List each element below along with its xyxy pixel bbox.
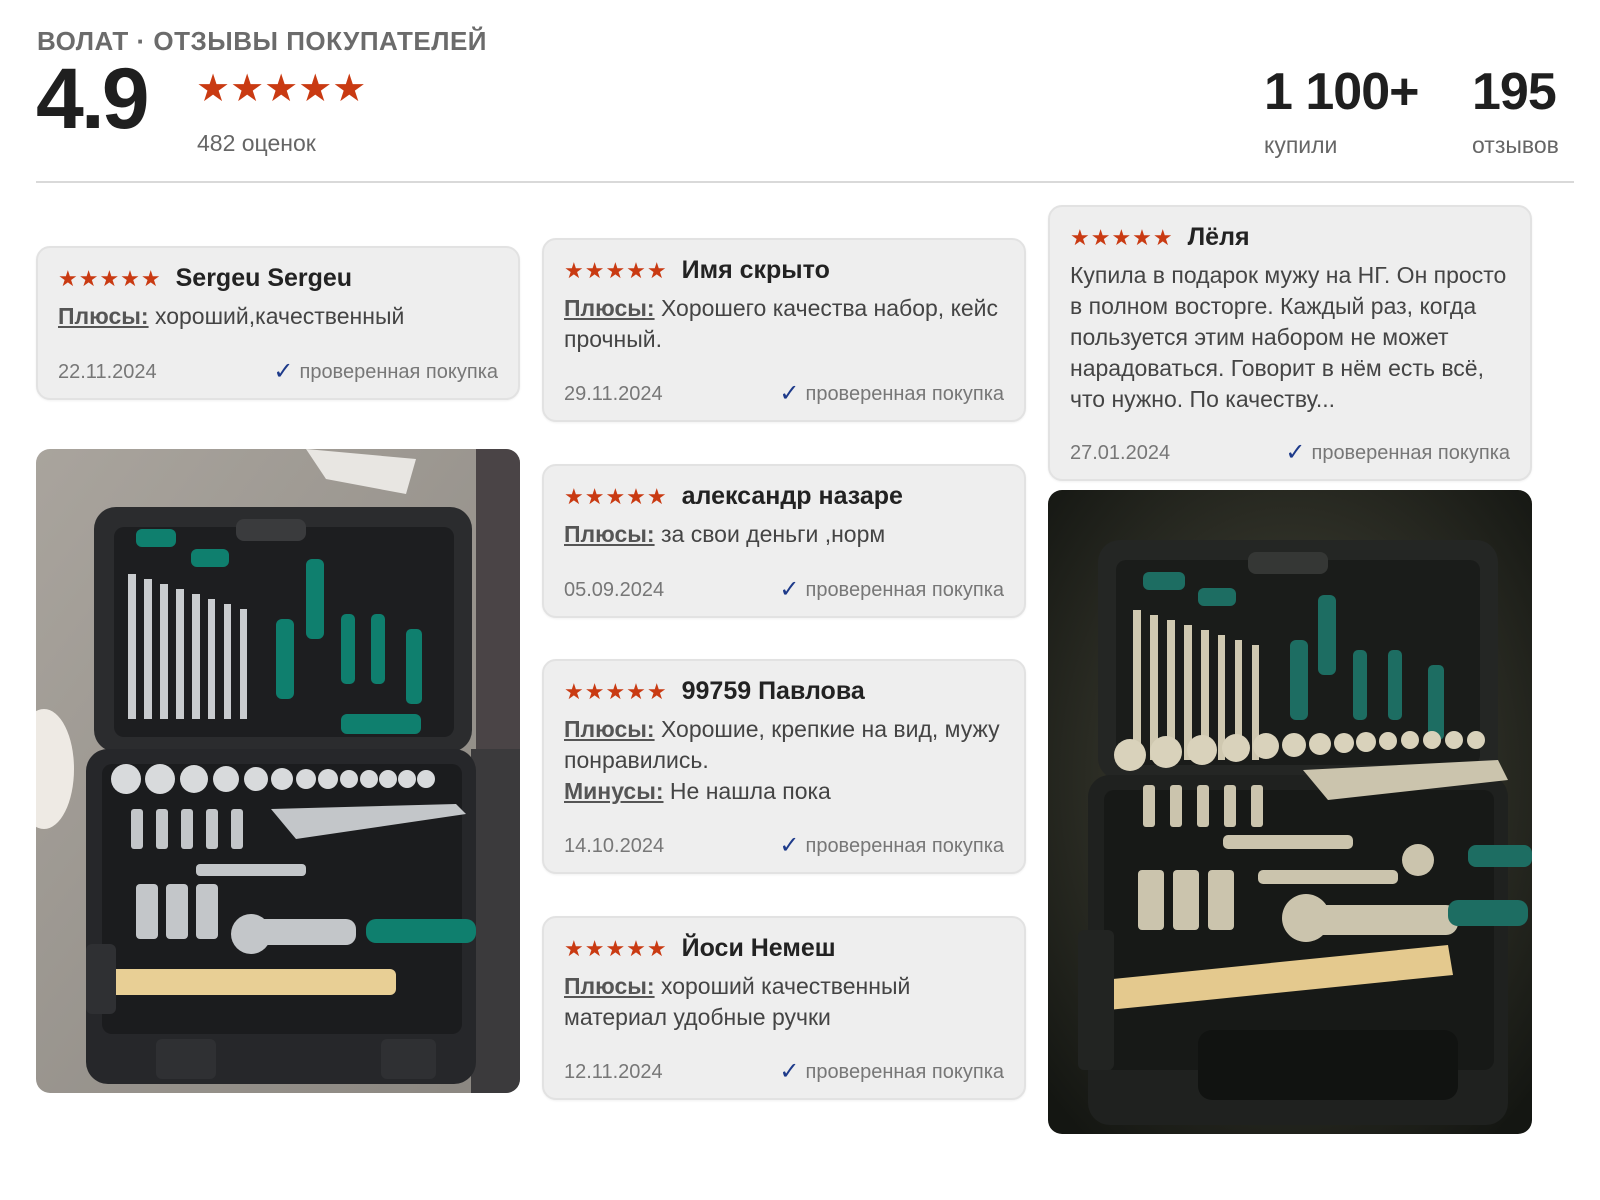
tool-set-image [36,449,520,1093]
bought-label: купили [1264,132,1338,158]
verified-label: проверенная покупка [805,382,1004,405]
review-card[interactable]: ★★★★★ александр назаре Плюсы: за свои де… [542,464,1026,618]
verified-badge: ✓ проверенная покупка [779,834,1004,858]
reviewer-name: 99759 Павлова [681,677,865,705]
check-icon: ✓ [779,1058,800,1085]
reviews-stat: 195 отзывов [1472,66,1559,159]
review-body: Плюсы: за свои деньги ,норм [564,519,1004,550]
header-divider [36,181,1574,183]
review-body: Плюсы: хороший,качественный [58,301,498,332]
review-card[interactable]: ★★★★★ Имя скрыто Плюсы: Хорошего качеств… [542,238,1026,422]
reviewer-name: Лёля [1187,223,1250,251]
review-date: 05.09.2024 [564,578,665,601]
review-card[interactable]: ★★★★★ 99759 Павлова Плюсы: Хорошие, креп… [542,659,1026,874]
pros-label: Плюсы: [564,521,655,547]
tool-set-image [1048,490,1532,1134]
reviews-value: 195 [1472,63,1557,121]
review-card[interactable]: ★★★★★ Лёля Купила в подарок мужу на НГ. … [1048,205,1532,481]
check-icon: ✓ [273,358,294,385]
verified-badge: ✓ проверенная покупка [779,578,1004,602]
reviews-label: отзывов [1472,132,1559,158]
pros-label: Плюсы: [564,295,655,321]
review-card[interactable]: ★★★★★ Sergeu Sergeu Плюсы: хороший,качес… [36,246,520,400]
reviewer-name: александр назаре [681,482,903,510]
check-icon: ✓ [779,380,800,407]
average-rating: 4.9 [36,51,150,147]
cons-text: Не нашла пока [669,778,831,804]
verified-badge: ✓ проверенная покупка [1285,441,1510,465]
reviewer-name: Имя скрыто [681,256,830,284]
pros-label: Плюсы: [58,303,149,329]
review-stars-icon: ★★★★★ [564,935,668,961]
verified-badge: ✓ проверенная покупка [779,382,1004,406]
pros-label: Плюсы: [564,973,655,999]
tool-set-photo-1[interactable] [36,449,520,1093]
verified-badge: ✓ проверенная покупка [273,360,498,384]
verified-label: проверенная покупка [299,360,498,383]
review-stars-icon: ★★★★★ [1070,224,1174,250]
check-icon: ✓ [779,576,800,603]
reviewer-name: Йоси Немеш [681,934,836,962]
cons-label: Минусы: [564,778,664,804]
check-icon: ✓ [1285,439,1306,466]
review-text: Купила в подарок мужу на НГ. Он просто в… [1070,262,1507,412]
review-stars-icon: ★★★★★ [58,265,162,291]
verified-label: проверенная покупка [805,578,1004,601]
review-body: Плюсы: хороший качественный материал удо… [564,971,1004,1033]
review-stars-icon: ★★★★★ [564,678,668,704]
ratings-count: 482 оценок [197,130,316,156]
check-icon: ✓ [779,832,800,859]
reviewer-name: Sergeu Sergeu [175,264,353,292]
rating-stars-icon: ★★★★★ [196,68,367,110]
review-date: 12.11.2024 [564,1060,663,1083]
bought-stat: 1 100+ купили [1264,66,1419,159]
verified-label: проверенная покупка [805,834,1004,857]
review-stars-icon: ★★★★★ [564,257,668,283]
pros-label: Плюсы: [564,716,655,742]
verified-label: проверенная покупка [1311,441,1510,464]
review-body: Плюсы: Хорошего качества набор, кейс про… [564,293,1004,355]
review-body: Плюсы: Хорошие, крепкие на вид, мужу пон… [564,714,1004,807]
verified-badge: ✓ проверенная покупка [779,1060,1004,1084]
review-stars-icon: ★★★★★ [564,483,668,509]
pros-text: хороший,качественный [154,303,405,329]
review-card[interactable]: ★★★★★ Йоси Немеш Плюсы: хороший качестве… [542,916,1026,1100]
tool-set-photo-2[interactable] [1048,490,1532,1134]
pros-text: за свои деньги ,норм [660,521,886,547]
verified-label: проверенная покупка [805,1060,1004,1083]
review-date: 27.01.2024 [1070,441,1171,464]
review-date: 22.11.2024 [58,360,157,383]
bought-value: 1 100+ [1264,63,1419,121]
review-date: 14.10.2024 [564,834,665,857]
review-date: 29.11.2024 [564,382,663,405]
